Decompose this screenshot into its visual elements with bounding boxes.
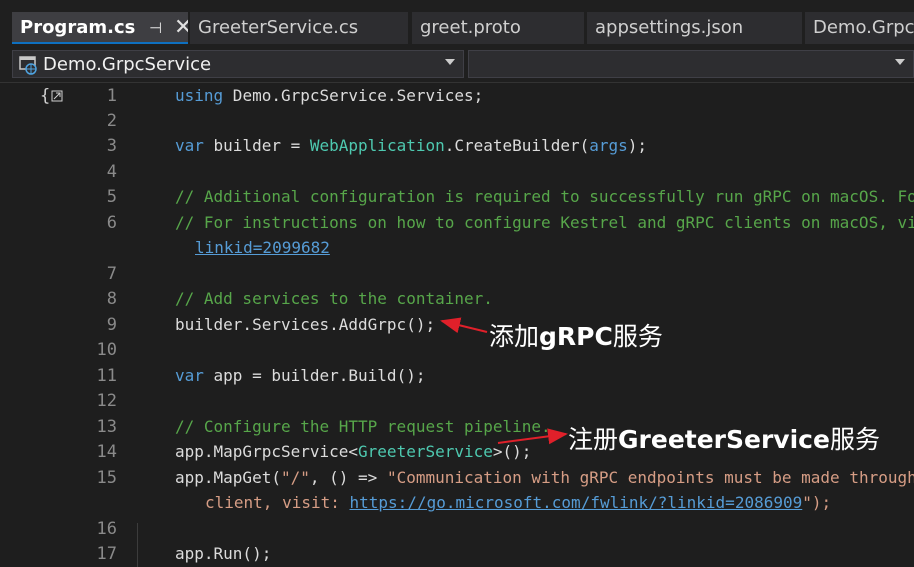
line-number: 17	[96, 544, 117, 564]
tab-label: Program.cs	[20, 17, 136, 38]
close-icon[interactable]: ✕	[174, 12, 188, 42]
project-name: Demo.GrpcService	[43, 54, 212, 75]
comment-link[interactable]: linkid=2099682	[195, 238, 330, 257]
string-literal: ");	[802, 493, 832, 512]
code-text: Demo.GrpcService.Services;	[223, 86, 484, 105]
line-number: 1	[106, 86, 117, 106]
code-line: using Demo.GrpcService.Services;	[175, 86, 483, 105]
keyword: var	[175, 136, 204, 155]
code-text: app.MapGrpcService<	[175, 442, 359, 461]
annotation-text-bold: GreeterService	[618, 425, 830, 454]
code-line: app.MapGet("/", () => "Communication wit…	[175, 468, 914, 487]
code-line: app.Run();	[175, 544, 272, 563]
chevron-down-icon	[445, 59, 455, 65]
code-comment: // Configure the HTTP request pipeline.	[175, 417, 551, 436]
code-comment: // Additional configuration is required …	[175, 187, 914, 206]
string-literal: "/"	[280, 468, 310, 487]
code-comment: // Add services to the container.	[175, 289, 493, 308]
code-line: var app = builder.Build();	[175, 366, 425, 385]
code-text: app = builder.Build();	[203, 366, 426, 385]
code-text: .CreateBuilder(	[444, 136, 590, 155]
type-name: GreeterService	[358, 442, 493, 461]
code-line: var builder = WebApplication.CreateBuild…	[175, 136, 647, 155]
code-line: builder.Services.AddGrpc();	[175, 315, 436, 334]
parameter: args	[589, 136, 628, 155]
tab-greeterservice-cs[interactable]: GreeterService.cs	[190, 12, 408, 44]
code-text: , () =>	[309, 468, 387, 487]
gutter-separator	[137, 523, 138, 567]
code-line: app.MapGrpcService<GreeterService>();	[175, 442, 531, 461]
code-line: client, visit: https://go.microsoft.com/…	[205, 493, 831, 512]
line-number: 10	[96, 340, 117, 360]
line-number: 13	[96, 417, 117, 437]
tab-demo-grpcservice[interactable]: Demo.GrpcService	[805, 12, 914, 44]
code-comment: // For instructions on how to configure …	[175, 213, 914, 232]
string-literal: "Communication with gRPC endpoints must …	[386, 468, 914, 487]
line-number: 4	[106, 162, 117, 182]
member-dropdown[interactable]	[468, 50, 914, 78]
tab-appsettings-json[interactable]: appsettings.json	[587, 12, 802, 44]
keyword: var	[175, 366, 204, 385]
string-literal: client, visit:	[205, 493, 350, 512]
navigation-bar: Demo.GrpcService	[0, 46, 914, 83]
tab-program-cs[interactable]: Program.cs ⊣ ✕	[12, 12, 188, 44]
tab-label: greet.proto	[420, 17, 521, 38]
line-number: 5	[106, 187, 117, 207]
keyword: using	[175, 86, 224, 105]
line-number: 6	[106, 213, 117, 233]
annotation-add-grpc: 添加gRPC服务	[489, 317, 663, 353]
tab-greet-proto[interactable]: greet.proto	[412, 12, 584, 44]
tab-label: GreeterService.cs	[198, 17, 359, 38]
line-number: 12	[96, 391, 117, 411]
annotation-text: 服务	[829, 425, 880, 454]
line-number: 14	[96, 442, 117, 462]
annotation-text: 注册	[568, 425, 619, 454]
annotation-text: 添加	[489, 322, 540, 351]
csharp-project-icon	[19, 56, 37, 75]
line-number: 9	[106, 315, 117, 335]
string-link[interactable]: https://go.microsoft.com/fwlink/?linkid=…	[350, 493, 803, 512]
document-tab-bar: Program.cs ⊣ ✕ GreeterService.cs greet.p…	[0, 0, 914, 46]
code-editor[interactable]: { 1 2 3 4 5 6 7 8 9 10 11 12 13 14 15 16…	[0, 83, 914, 567]
tab-label: appsettings.json	[595, 17, 744, 38]
line-number: 2	[106, 111, 117, 131]
pin-icon[interactable]: ⊣	[149, 12, 162, 42]
code-text: >();	[492, 442, 532, 461]
project-dropdown[interactable]: Demo.GrpcService	[12, 50, 464, 78]
code-text: builder =	[203, 136, 310, 155]
annotation-text-bold: gRPC	[539, 322, 613, 351]
line-number: 3	[106, 136, 117, 156]
line-number: 8	[106, 289, 117, 309]
line-number: 15	[96, 468, 117, 488]
tab-label: Demo.GrpcService	[813, 17, 914, 38]
annotation-text: 服务	[612, 322, 663, 351]
line-number: 11	[96, 366, 117, 386]
code-text: );	[627, 136, 648, 155]
line-number: 7	[106, 264, 117, 284]
line-number: 16	[96, 519, 117, 539]
chevron-down-icon	[895, 59, 905, 65]
type-name: WebApplication	[309, 136, 445, 155]
code-text: app.MapGet(	[175, 468, 281, 487]
annotation-register-service: 注册GreeterService服务	[568, 420, 880, 456]
